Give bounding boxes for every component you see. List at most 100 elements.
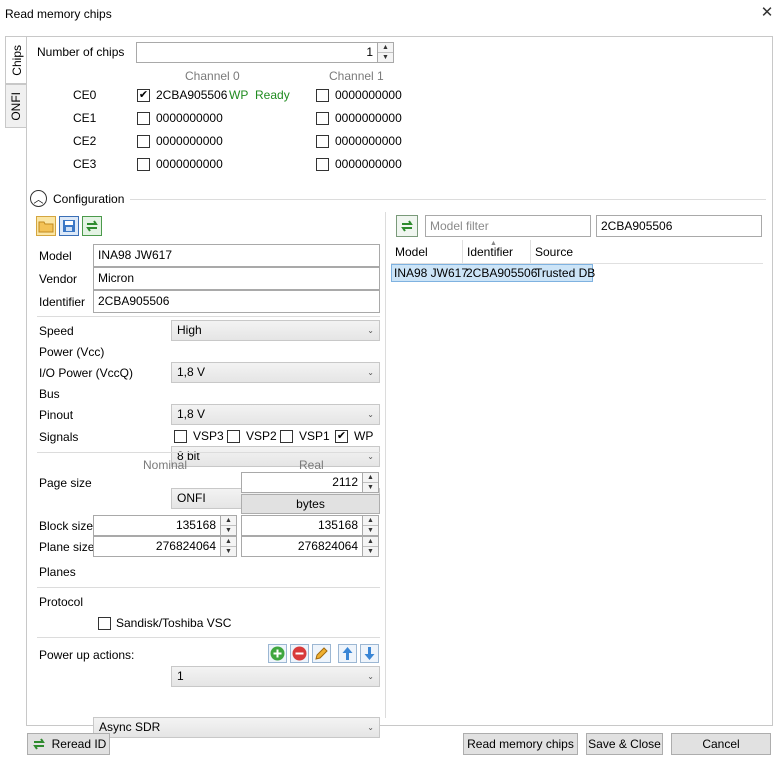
chip-count-spinner[interactable]: ▲ ▼ bbox=[378, 42, 394, 63]
chevron-down-icon: ⌄ bbox=[367, 723, 374, 732]
channel1-checkbox[interactable] bbox=[316, 112, 329, 125]
save-disk-icon[interactable] bbox=[59, 216, 79, 236]
column-identifier[interactable]: Identifier bbox=[463, 240, 531, 264]
model-filter-input[interactable]: Model filter bbox=[425, 215, 591, 237]
refresh-db-icon[interactable] bbox=[396, 215, 418, 237]
move-down-arrow-icon[interactable] bbox=[360, 644, 379, 663]
spin-down-icon[interactable]: ▼ bbox=[363, 526, 378, 535]
identifier-field[interactable]: 2CBA905506 bbox=[93, 290, 380, 313]
speed-select[interactable]: High ⌄ bbox=[171, 320, 380, 341]
cancel-button[interactable]: Cancel bbox=[671, 733, 771, 755]
tab-onfi[interactable]: ONFI bbox=[5, 84, 27, 128]
ce-label: CE3 bbox=[73, 157, 97, 171]
spin-up-icon[interactable]: ▲ bbox=[221, 537, 236, 547]
vendor-field[interactable]: Micron bbox=[93, 267, 380, 290]
model-field[interactable]: INA98 JW617 bbox=[93, 244, 380, 267]
spin-down-icon[interactable]: ▼ bbox=[363, 547, 378, 556]
open-folder-icon[interactable] bbox=[36, 216, 56, 236]
signal-wp-checkbox[interactable]: ✔ bbox=[335, 430, 348, 443]
spin-down-icon[interactable]: ▼ bbox=[378, 53, 393, 62]
signals-label: Signals bbox=[39, 430, 79, 444]
power-select[interactable]: 1,8 V ⌄ bbox=[171, 362, 380, 383]
chip-count-label: Number of chips bbox=[37, 45, 125, 59]
spin-up-icon[interactable]: ▲ bbox=[363, 516, 378, 526]
block-size-nominal-spinner[interactable]: ▲ ▼ bbox=[221, 515, 237, 536]
channel0-checkbox[interactable] bbox=[137, 158, 150, 171]
reread-id-button[interactable]: Reread ID bbox=[27, 733, 110, 755]
channel1-chip-id: 0000000000 bbox=[335, 157, 402, 171]
spin-up-icon[interactable]: ▲ bbox=[363, 537, 378, 547]
sandisk-checkbox[interactable] bbox=[98, 617, 111, 630]
configuration-label: Configuration bbox=[53, 192, 125, 206]
nominal-header: Nominal bbox=[143, 458, 188, 472]
vendor-label: Vendor bbox=[39, 272, 78, 286]
ready-status: Ready bbox=[255, 88, 290, 102]
form-divider bbox=[37, 316, 380, 317]
chevron-down-icon: ⌄ bbox=[367, 452, 374, 461]
signal-vsp1-checkbox[interactable] bbox=[280, 430, 293, 443]
spin-up-icon[interactable]: ▲ bbox=[363, 473, 378, 483]
channel1-checkbox[interactable] bbox=[316, 89, 329, 102]
edit-pencil-icon[interactable] bbox=[312, 644, 331, 663]
sort-ascending-icon: ▲ bbox=[490, 240, 497, 247]
block-size-real-field[interactable]: 135168 bbox=[241, 515, 363, 536]
bus-select[interactable]: 8 bit ⌄ bbox=[171, 446, 380, 467]
page-size-real-field[interactable]: 2112 bbox=[241, 472, 363, 493]
plane-size-nominal-field[interactable]: 276824064 bbox=[93, 536, 221, 557]
io-power-label: I/O Power (VccQ) bbox=[39, 366, 134, 380]
tab-chips[interactable]: Chips bbox=[5, 36, 27, 84]
signal-vsp3-checkbox[interactable] bbox=[174, 430, 187, 443]
planes-label: Planes bbox=[39, 565, 76, 579]
spin-down-icon[interactable]: ▼ bbox=[221, 526, 236, 535]
reload-icon[interactable] bbox=[82, 216, 102, 236]
channel1-checkbox[interactable] bbox=[316, 135, 329, 148]
spin-down-icon[interactable]: ▼ bbox=[221, 547, 236, 556]
chip-count-input[interactable]: 1 bbox=[136, 42, 378, 63]
channel0-header: Channel 0 bbox=[185, 69, 240, 83]
plane-size-label: Plane size bbox=[39, 540, 95, 554]
column-model[interactable]: Model bbox=[391, 240, 463, 264]
signal-vsp2-checkbox[interactable] bbox=[227, 430, 240, 443]
chevron-down-icon: ⌄ bbox=[367, 410, 374, 419]
channel0-chip-id: 0000000000 bbox=[156, 134, 223, 148]
column-source[interactable]: Source bbox=[531, 240, 593, 264]
read-memory-chips-button[interactable]: Read memory chips bbox=[463, 733, 578, 755]
chevron-down-icon: ⌄ bbox=[367, 672, 374, 681]
spin-up-icon[interactable]: ▲ bbox=[378, 43, 393, 53]
plane-size-real-spinner[interactable]: ▲ ▼ bbox=[363, 536, 379, 557]
planes-select[interactable]: 1 ⌄ bbox=[171, 666, 380, 687]
model-label: Model bbox=[39, 249, 72, 263]
close-icon[interactable]: ✕ bbox=[759, 5, 775, 21]
protocol-select[interactable]: Async SDR ⌄ bbox=[93, 717, 380, 738]
planes-divider bbox=[37, 587, 380, 588]
channel0-checkbox[interactable] bbox=[137, 135, 150, 148]
page-size-spinner[interactable]: ▲ ▼ bbox=[363, 472, 379, 493]
channel0-chip-id: 2CBA905506 bbox=[156, 88, 228, 102]
plane-size-real-field[interactable]: 276824064 bbox=[241, 536, 363, 557]
reload-icon bbox=[32, 738, 45, 750]
spin-up-icon[interactable]: ▲ bbox=[221, 516, 236, 526]
remove-action-icon[interactable] bbox=[290, 644, 309, 663]
spin-down-icon[interactable]: ▼ bbox=[363, 483, 378, 492]
save-close-button[interactable]: Save & Close bbox=[586, 733, 663, 755]
signal-label: VSP1 bbox=[299, 429, 330, 443]
units-button[interactable]: bytes bbox=[241, 494, 380, 514]
channel0-chip-id: 0000000000 bbox=[156, 157, 223, 171]
channel0-checkbox[interactable]: ✔ bbox=[137, 89, 150, 102]
add-action-icon[interactable] bbox=[268, 644, 287, 663]
signal-label: VSP2 bbox=[246, 429, 277, 443]
move-up-arrow-icon[interactable] bbox=[338, 644, 357, 663]
channel1-checkbox[interactable] bbox=[316, 158, 329, 171]
block-size-nominal-field[interactable]: 135168 bbox=[93, 515, 221, 536]
speed-label: Speed bbox=[39, 324, 74, 338]
power-up-label: Power up actions: bbox=[39, 648, 135, 662]
table-row[interactable]: INA98 JW617 2CBA905506 Trusted DB bbox=[391, 264, 595, 282]
io-power-select[interactable]: 1,8 V ⌄ bbox=[171, 404, 380, 425]
collapse-chevron-icon[interactable]: ︿ bbox=[30, 190, 47, 207]
identifier-filter-input[interactable]: 2CBA905506 bbox=[596, 215, 762, 237]
channel0-checkbox[interactable] bbox=[137, 112, 150, 125]
block-size-real-spinner[interactable]: ▲ ▼ bbox=[363, 515, 379, 536]
plane-size-nominal-spinner[interactable]: ▲ ▼ bbox=[221, 536, 237, 557]
splitter[interactable] bbox=[385, 212, 386, 718]
channel0-chip-id: 0000000000 bbox=[156, 111, 223, 125]
